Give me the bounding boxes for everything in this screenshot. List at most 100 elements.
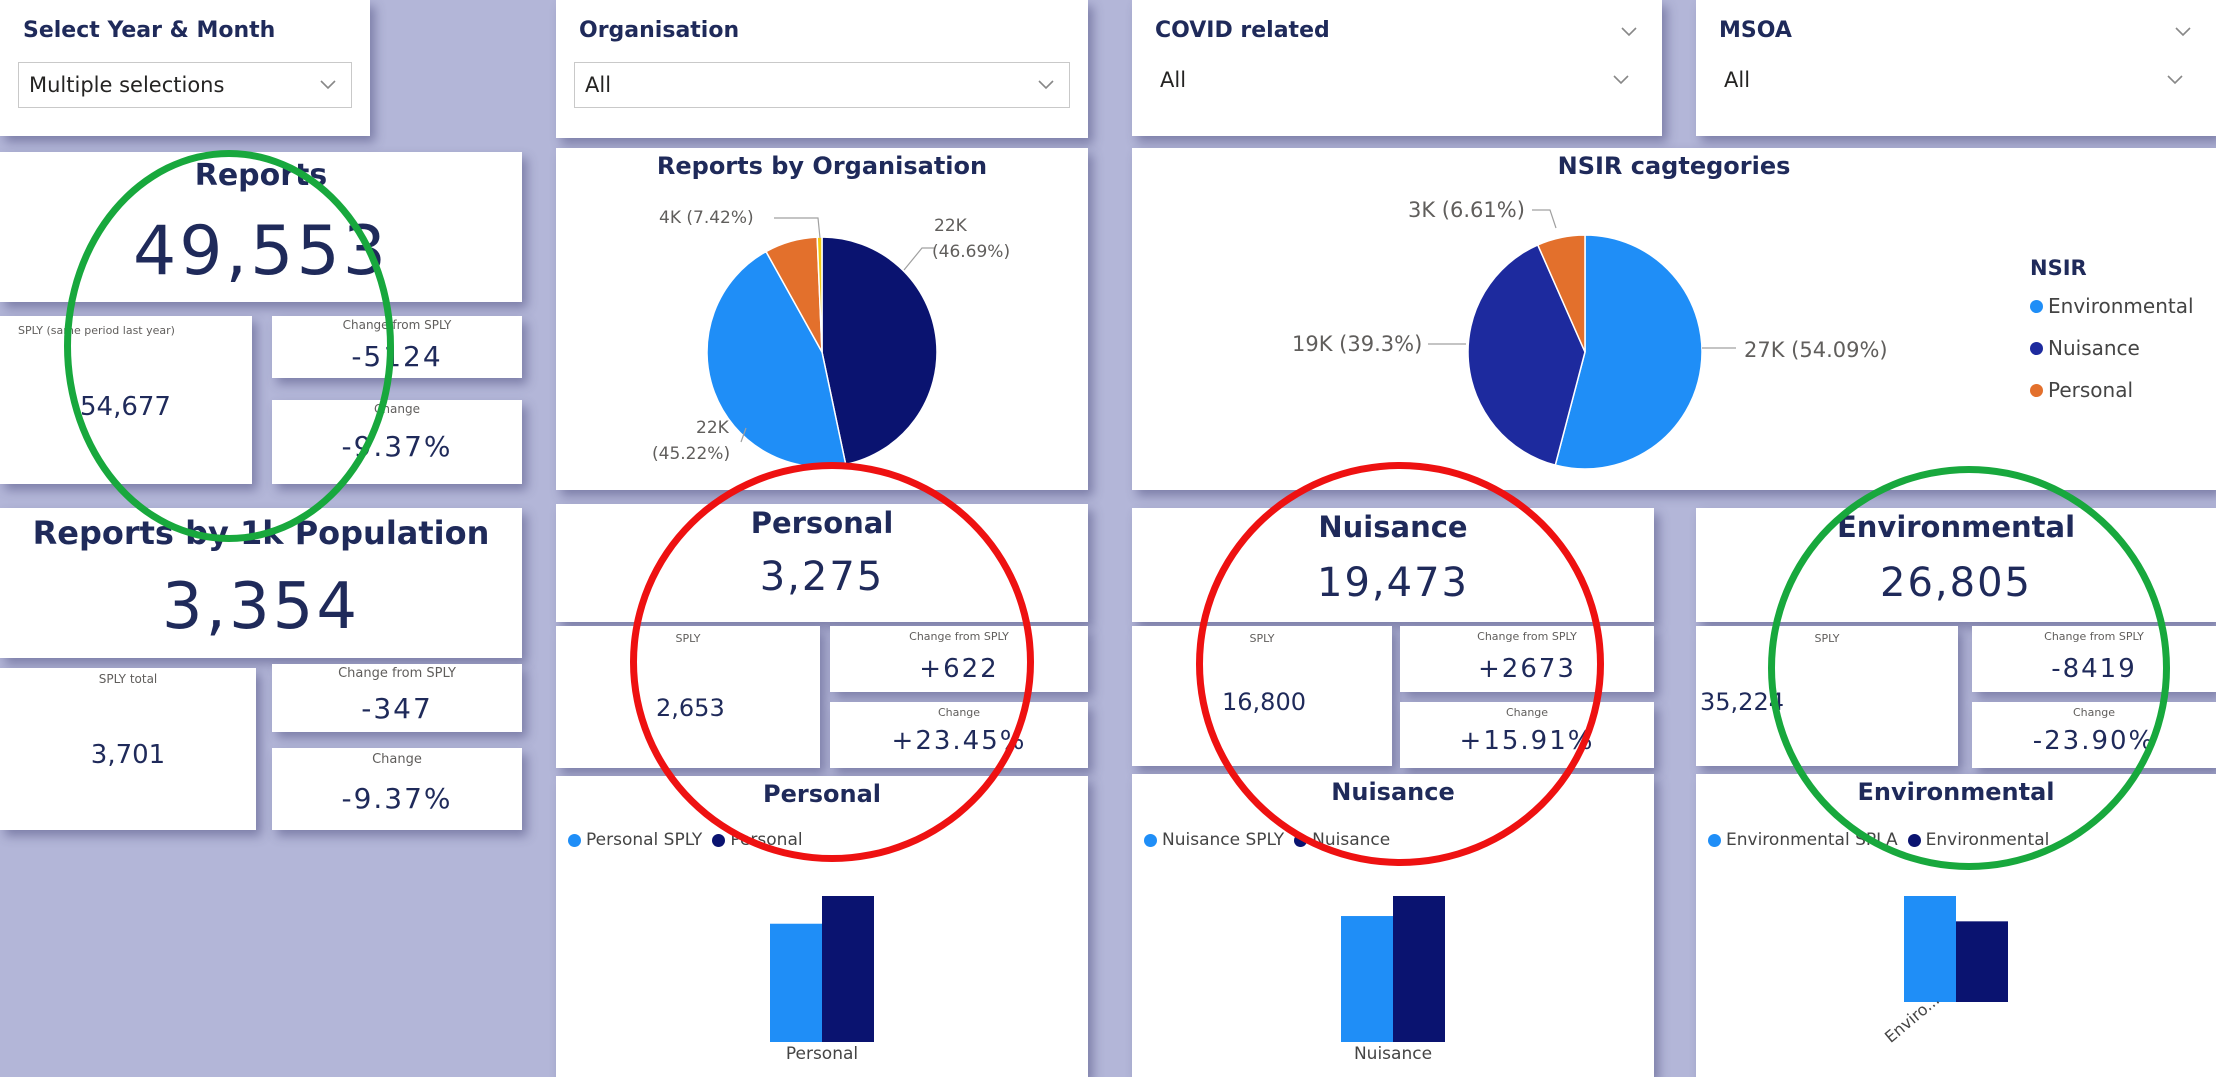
slicer-value: Multiple selections	[29, 73, 225, 97]
pct-value: +23.45%	[891, 726, 1027, 756]
pie-label-bottom-1: 22K	[696, 418, 729, 438]
personal-title: Personal	[750, 506, 894, 540]
leader-line	[903, 247, 934, 271]
pct-value: +15.91%	[1459, 726, 1595, 756]
pie-label-right-2: (46.69%)	[932, 242, 1011, 262]
nuisance-bar-chart	[1341, 896, 1445, 1042]
chevron-down-icon	[1035, 73, 1057, 95]
nuisance-bar-title: Nuisance	[1331, 778, 1455, 806]
leader-line	[774, 217, 821, 239]
legend-item-nuisance[interactable]: Nuisance	[2030, 336, 2140, 360]
covid-slicer: COVID related All	[1132, 0, 1662, 136]
nuisance-kpi-card: Nuisance 19,473	[1132, 508, 1654, 622]
pie-label-top: 4K (7.42%)	[659, 208, 754, 228]
environmental-change-card: Change from SPLY -8419	[1972, 626, 2216, 692]
legend-item-environmental[interactable]: Environmental	[2030, 294, 2194, 318]
reports-card: Reports 49,553	[0, 152, 522, 302]
reports-pct-card: Change -9.37%	[272, 400, 522, 484]
bar[interactable]	[822, 896, 874, 1042]
slicer-value: All	[1160, 68, 1187, 92]
per1k-card: Reports by 1k Population 3,354	[0, 508, 522, 658]
reports-sply-card: SPLY (same period last year) 54,677	[0, 316, 252, 484]
pct-value: -9.37%	[341, 782, 453, 815]
sply-label: SPLY	[675, 632, 701, 645]
sply-value: 2,653	[656, 694, 725, 722]
chevron-down-icon	[1610, 68, 1632, 90]
slicer-value: All	[585, 73, 612, 97]
pie-label-nuisance: 19K (39.3%)	[1292, 332, 1423, 356]
change-value: -347	[361, 692, 433, 725]
nuisance-bar-card: Nuisance Nuisance SPLY Nuisance Nuisance	[1132, 774, 1654, 1077]
change-label: Change from SPLY	[909, 630, 1009, 643]
year-month-dropdown[interactable]: Multiple selections	[18, 62, 352, 108]
chevron-down-icon[interactable]	[1618, 20, 1640, 42]
pie-label-personal: 3K (6.61%)	[1408, 198, 1525, 222]
nuisance-title: Nuisance	[1318, 510, 1468, 544]
sply-label: SPLY (same period last year)	[18, 324, 175, 337]
slicer-title: COVID related	[1155, 18, 1330, 43]
legend-item-personal[interactable]: Personal	[2030, 378, 2133, 402]
sply-label: SPLY	[1249, 632, 1275, 645]
change-label: Change from SPLY	[2044, 630, 2144, 643]
legend-dot	[2030, 383, 2043, 397]
organisation-dropdown[interactable]: All	[574, 62, 1070, 108]
legend-label: Personal	[2048, 378, 2134, 402]
year-month-slicer: Select Year & Month Multiple selections	[0, 0, 370, 136]
sply-value: 35,224	[1700, 688, 1784, 716]
slicer-title: Select Year & Month	[23, 18, 276, 43]
slicer-title: MSOA	[1719, 18, 1792, 43]
pie-label-right-1: 22K	[934, 216, 967, 236]
leader-line	[1532, 209, 1557, 229]
per1k-pct-card: Change -9.37%	[272, 748, 522, 830]
org-pie-card: Reports by Organisation 4K (7.42%) 22K (…	[556, 148, 1088, 490]
change-label: Change from SPLY	[342, 318, 452, 332]
slicer-title: Organisation	[579, 18, 740, 43]
change-value: -8419	[2051, 654, 2137, 684]
personal-value: 3,275	[759, 554, 885, 600]
per1k-title: Reports by 1k Population	[32, 514, 490, 552]
environmental-kpi-card: Environmental 26,805	[1696, 508, 2216, 622]
per1k-value: 3,354	[161, 570, 361, 644]
reports-value: 49,553	[133, 212, 389, 291]
org-pie-chart	[706, 217, 938, 468]
change-value: +2673	[1478, 654, 1576, 684]
pct-label: Change	[372, 752, 422, 767]
bar[interactable]	[1904, 896, 1956, 1002]
chevron-down-icon[interactable]	[2172, 20, 2194, 42]
nuisance-sply-card: SPLY 16,800	[1132, 626, 1392, 766]
bar[interactable]	[1393, 896, 1445, 1042]
sply-value: 54,677	[80, 392, 171, 422]
environmental-bar-card: Environmental Environmental SPLA Environ…	[1696, 774, 2216, 1077]
bar[interactable]	[770, 923, 822, 1042]
pct-label: Change	[937, 706, 981, 719]
covid-dropdown[interactable]: All	[1150, 58, 1644, 104]
bar[interactable]	[1341, 916, 1393, 1042]
sply-value: 3,701	[90, 740, 166, 770]
personal-pct-card: Change +23.45%	[830, 702, 1088, 768]
reports-title: Reports	[194, 158, 328, 193]
environmental-sply-card: SPLY 35,224	[1696, 626, 1958, 766]
change-label: Change from SPLY	[338, 666, 456, 681]
chevron-down-icon	[2164, 68, 2186, 90]
nuisance-pct-card: Change +15.91%	[1400, 702, 1654, 768]
bar[interactable]	[1956, 921, 2008, 1002]
x-axis-label: Nuisance	[1353, 1044, 1433, 1064]
pct-value: -9.37%	[341, 430, 453, 463]
environmental-pct-card: Change -23.90%	[1972, 702, 2216, 768]
legend-label: Nuisance	[2048, 336, 2140, 360]
reports-change-card: Change from SPLY -5124	[272, 316, 522, 378]
legend-dot	[2030, 299, 2043, 313]
personal-bar-title: Personal	[763, 780, 881, 808]
pct-label: Change	[1505, 706, 1549, 719]
pie-label-environmental: 27K (54.09%)	[1744, 338, 1888, 362]
nsir-pie-chart	[1428, 209, 1736, 470]
pct-label: Change	[374, 402, 420, 416]
per1k-sply-card: SPLY total 3,701	[0, 668, 256, 830]
per1k-change-card: Change from SPLY -347	[272, 664, 522, 732]
slicer-value: All	[1724, 68, 1751, 92]
change-value: -5124	[351, 340, 443, 373]
msoa-dropdown[interactable]: All	[1714, 58, 2198, 104]
chevron-down-icon	[317, 73, 339, 95]
nsir-legend-title: NSIR	[2030, 256, 2087, 280]
nsir-pie-card: NSIR cagtegories 3K (6.61%) 19K (39.3%) …	[1132, 148, 2216, 490]
